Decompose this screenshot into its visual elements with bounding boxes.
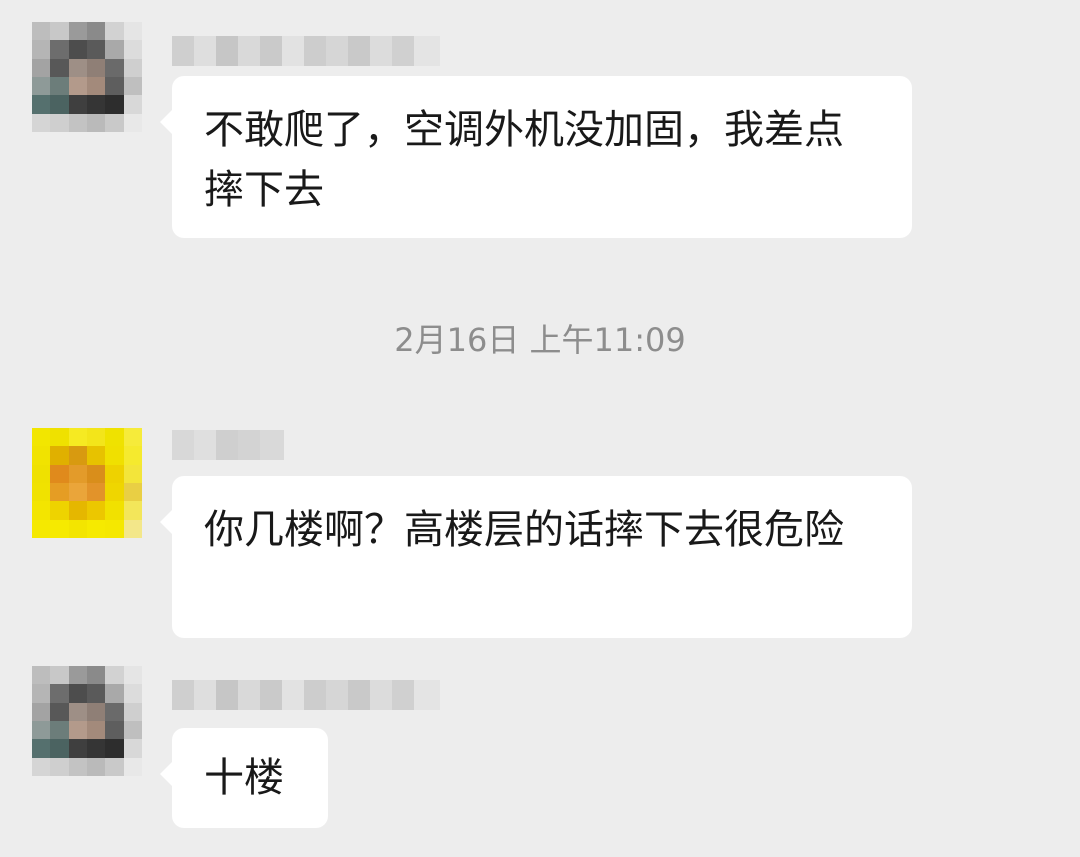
avatar[interactable] <box>32 428 142 538</box>
sender-name-blurred <box>172 36 440 66</box>
message-bubble[interactable]: 不敢爬了，空调外机没加固，我差点摔下去 <box>160 76 912 238</box>
timestamp: 2月16日 上午11:09 <box>394 321 686 359</box>
message-text: 十楼 <box>204 755 284 801</box>
chat-window: 不敢爬了，空调外机没加固，我差点摔下去 2月16日 上午11:09 你几楼啊？高… <box>0 0 1080 857</box>
message-bubble[interactable]: 十楼 <box>160 728 328 828</box>
sender-name-blurred <box>172 680 440 710</box>
sender-name-blurred <box>172 430 284 460</box>
message-bubble[interactable]: 你几楼啊？高楼层的话摔下去很危险 <box>160 476 912 638</box>
message-text: 你几楼啊？高楼层的话摔下去很危险 <box>204 507 844 553</box>
message-text: 不敢爬了，空调外机没加固，我差点摔下去 <box>204 107 844 213</box>
avatar[interactable] <box>32 666 142 776</box>
avatar[interactable] <box>32 22 142 132</box>
